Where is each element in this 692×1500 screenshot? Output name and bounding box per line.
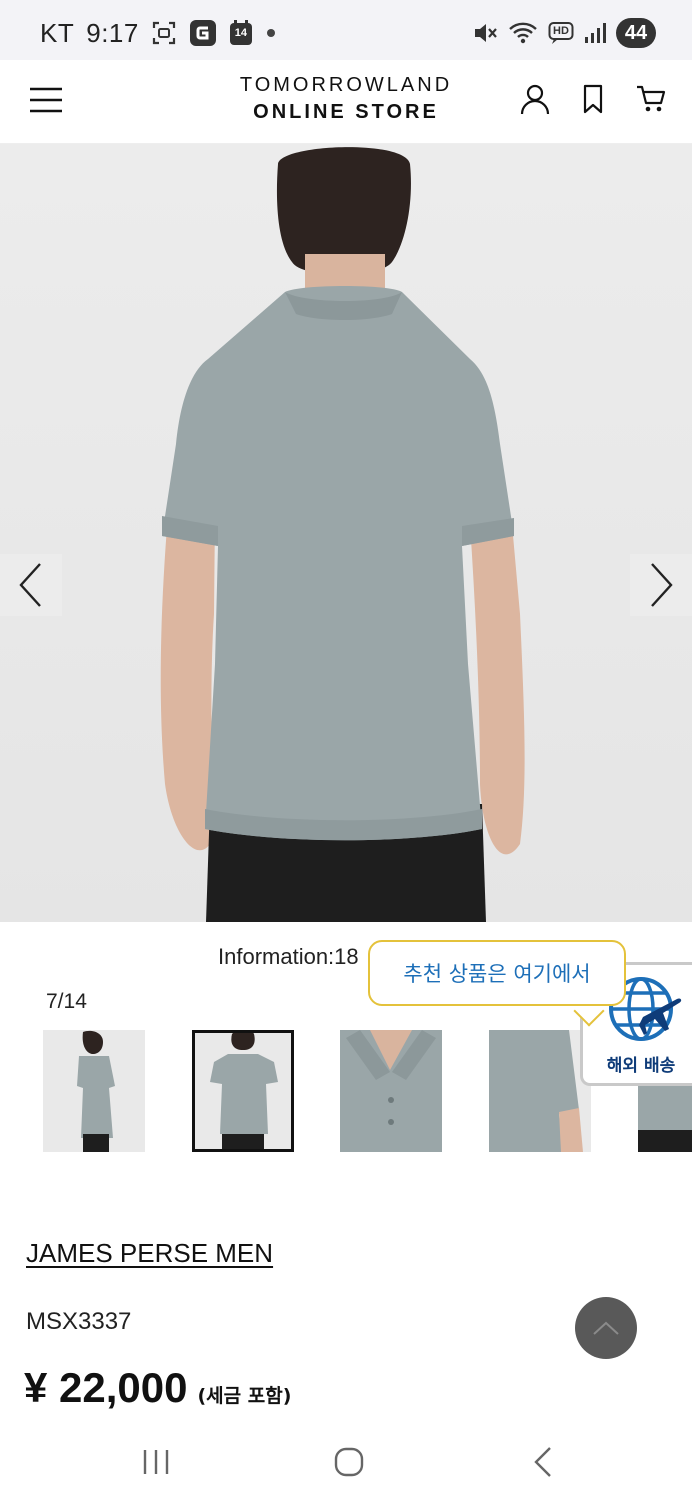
- account-button[interactable]: [518, 82, 552, 116]
- chevron-left-icon: [19, 563, 41, 607]
- signal-icon: [584, 22, 606, 44]
- thumbnail-side[interactable]: [43, 1030, 145, 1152]
- calendar-icon: 14: [229, 20, 253, 46]
- thumbnail-collar[interactable]: [340, 1030, 442, 1152]
- network-label: HD: [553, 25, 569, 37]
- home-button[interactable]: [325, 1438, 373, 1486]
- tax-note: (세금 포함): [197, 1385, 292, 1407]
- recent-apps-button[interactable]: [132, 1438, 180, 1486]
- thumbnail-sleeve[interactable]: [489, 1030, 591, 1152]
- recommend-bubble[interactable]: 추천 상품은 여기에서: [368, 940, 626, 1006]
- back-button[interactable]: [519, 1438, 567, 1486]
- image-counter: 7/14: [46, 990, 87, 1013]
- g-app-icon: [189, 19, 217, 47]
- mute-icon: [472, 20, 498, 46]
- global-shipping-label: 해외 배송: [606, 1056, 676, 1076]
- notification-dot-icon: [265, 27, 277, 39]
- brand-link[interactable]: JAMES PERSE MEN: [26, 1238, 273, 1269]
- chevron-right-icon: [651, 563, 673, 607]
- prev-image-button[interactable]: [0, 554, 62, 616]
- cart-icon: [637, 85, 666, 112]
- bookmark-icon: [583, 84, 603, 114]
- status-bar: KT 9:17 14 HD 44: [0, 0, 692, 60]
- scroll-to-top-button[interactable]: [575, 1297, 637, 1359]
- next-image-button[interactable]: [630, 554, 692, 616]
- screenshot-icon: [151, 20, 177, 46]
- carrier-label: KT: [40, 17, 75, 48]
- hd-voice-icon: HD: [548, 21, 574, 45]
- site-header: TOMORROWLAND ONLINE STORE: [0, 60, 692, 144]
- wifi-icon: [508, 20, 538, 46]
- bookmark-button[interactable]: [576, 82, 610, 116]
- system-nav-bar: [0, 1424, 692, 1500]
- home-icon: [334, 1447, 364, 1477]
- calendar-day: 14: [234, 27, 247, 39]
- recent-apps-icon: [143, 1450, 169, 1474]
- model-back-illustration: [160, 147, 525, 922]
- account-icon: [520, 84, 550, 115]
- price-amount: ¥ 22,000: [24, 1364, 188, 1411]
- cart-button[interactable]: [634, 82, 668, 116]
- product-price: ¥ 22,000 (세금 포함): [24, 1364, 291, 1412]
- product-sku: MSX3337: [26, 1308, 132, 1335]
- battery-indicator: 44: [616, 18, 656, 48]
- product-image-main[interactable]: [0, 144, 692, 922]
- clock: 9:17: [86, 17, 139, 48]
- chevron-up-icon: [593, 1321, 619, 1335]
- image-information-label: Information:18: [218, 944, 359, 969]
- thumbnail-back[interactable]: [192, 1030, 294, 1152]
- back-icon: [534, 1447, 551, 1477]
